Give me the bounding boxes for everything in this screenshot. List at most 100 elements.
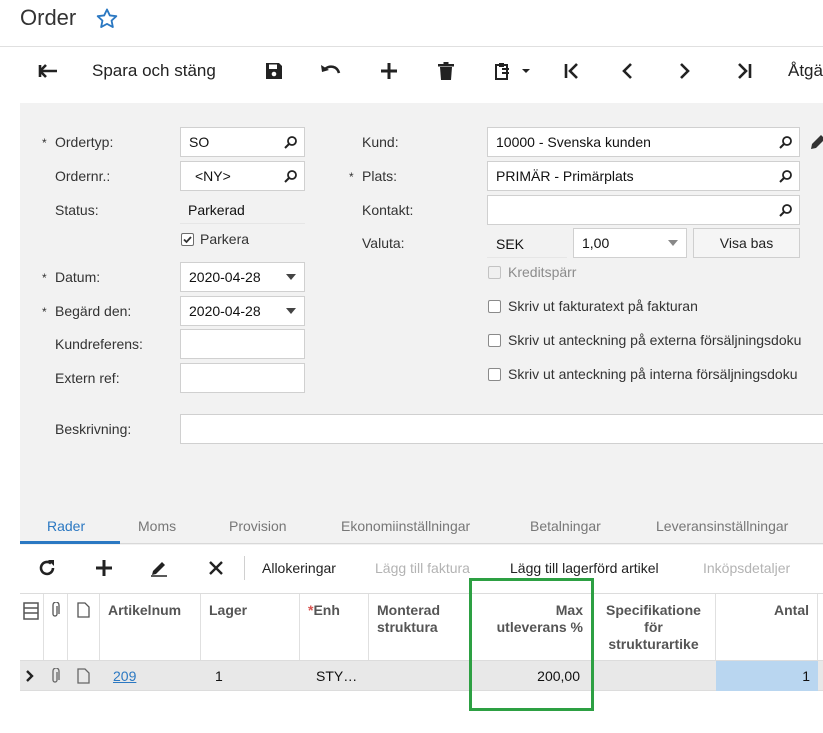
search-icon[interactable] bbox=[773, 128, 799, 156]
allokeringar-button[interactable]: Allokeringar bbox=[262, 552, 336, 584]
previous-record-icon[interactable] bbox=[616, 56, 640, 86]
kundreferens-field[interactable] bbox=[180, 329, 305, 359]
tab-moms[interactable]: Moms bbox=[138, 518, 176, 534]
ordernr-field[interactable]: <NY> bbox=[180, 161, 305, 191]
required-marker: * bbox=[42, 271, 47, 285]
column-monterad-struktura[interactable]: Monterad struktura bbox=[369, 594, 470, 660]
dropdown-arrow-icon[interactable] bbox=[278, 263, 304, 291]
currency-underline bbox=[487, 257, 567, 258]
row-note-icon[interactable] bbox=[68, 661, 100, 691]
skriv-faktura-label: Skriv ut fakturatext på fakturan bbox=[508, 298, 698, 314]
column-label: Specifikatione bbox=[606, 602, 701, 618]
begard-field[interactable]: 2020-04-28 bbox=[180, 296, 305, 326]
add-icon[interactable] bbox=[377, 56, 401, 86]
column-enhet[interactable]: *Enh bbox=[300, 594, 369, 660]
edit-pencil-icon[interactable] bbox=[808, 132, 823, 152]
search-icon[interactable] bbox=[773, 196, 799, 224]
externref-label: Extern ref: bbox=[55, 370, 120, 386]
column-artikelnummer[interactable]: Artikelnum bbox=[100, 594, 201, 660]
kundreferens-label: Kundreferens: bbox=[55, 336, 143, 352]
kund-field[interactable]: 10000 - Svenska kunden bbox=[487, 127, 800, 157]
refresh-icon[interactable] bbox=[36, 552, 58, 584]
last-record-icon[interactable] bbox=[731, 56, 757, 86]
edit-pencil-icon[interactable] bbox=[148, 552, 170, 584]
plats-value: PRIMÄR - Primärplats bbox=[496, 168, 634, 184]
save-icon[interactable] bbox=[262, 56, 286, 86]
actions-menu[interactable]: Åtgä bbox=[788, 56, 823, 86]
exchange-rate-dropdown[interactable]: 1,00 bbox=[573, 228, 687, 258]
visa-bas-button[interactable]: Visa bas bbox=[693, 228, 800, 258]
kreditsparr-checkbox bbox=[488, 266, 501, 279]
required-marker: * bbox=[42, 136, 47, 150]
tab-rader[interactable]: Rader bbox=[47, 518, 85, 534]
column-label: för bbox=[644, 619, 663, 635]
delete-trash-icon[interactable] bbox=[434, 56, 458, 86]
cell-specifikationer[interactable] bbox=[592, 661, 716, 691]
search-icon[interactable] bbox=[773, 162, 799, 190]
plats-label: Plats: bbox=[362, 168, 398, 184]
artikel-link[interactable]: 209 bbox=[113, 668, 136, 684]
cell-antal[interactable]: 1 bbox=[716, 661, 818, 691]
delete-x-icon[interactable] bbox=[205, 552, 227, 584]
beskrivning-label: Beskrivning: bbox=[55, 421, 132, 437]
ordertyp-field[interactable]: SO bbox=[180, 127, 305, 157]
tab-leveransinstallningar[interactable]: Leveransinställningar bbox=[656, 518, 788, 534]
begard-value: 2020-04-28 bbox=[189, 303, 261, 319]
kontakt-field[interactable] bbox=[487, 195, 800, 225]
tab-ekonomiinstallningar[interactable]: Ekonomiinställningar bbox=[341, 518, 470, 534]
add-row-icon[interactable] bbox=[93, 552, 115, 584]
cell-lager[interactable]: 1 bbox=[207, 661, 301, 691]
favorite-star-icon[interactable] bbox=[94, 6, 120, 32]
skriv-intern-checkbox[interactable] bbox=[488, 368, 501, 381]
cell-monterad[interactable] bbox=[370, 661, 470, 691]
tab-provision[interactable]: Provision bbox=[229, 518, 287, 534]
skriv-extern-checkbox[interactable] bbox=[488, 334, 501, 347]
ordernr-label: Ordernr.: bbox=[55, 168, 111, 184]
ordertyp-label: Ordertyp: bbox=[55, 134, 114, 150]
column-label: Lager bbox=[209, 602, 248, 618]
column-label: Antal bbox=[774, 602, 809, 618]
kreditsparr-label: Kreditspärr bbox=[508, 264, 577, 280]
cell-enhet[interactable]: STY… bbox=[308, 661, 370, 691]
currency-value: SEK bbox=[496, 236, 525, 252]
next-record-icon[interactable] bbox=[672, 56, 696, 86]
search-icon[interactable] bbox=[278, 162, 304, 190]
column-label: Enh bbox=[313, 602, 340, 618]
cell-artikel[interactable]: 209 bbox=[105, 661, 201, 691]
back-arrow-icon[interactable] bbox=[34, 56, 62, 86]
dropdown-arrow-icon[interactable] bbox=[278, 297, 304, 325]
required-marker: * bbox=[42, 305, 47, 319]
tab-betalningar[interactable]: Betalningar bbox=[530, 518, 601, 534]
datum-value: 2020-04-28 bbox=[189, 269, 261, 285]
lagg-till-faktura-button: Lägg till faktura bbox=[375, 560, 470, 576]
column-antal[interactable]: Antal bbox=[716, 594, 818, 660]
datum-label: Datum: bbox=[55, 269, 101, 285]
page-title: Order bbox=[20, 5, 77, 30]
ordernr-value: <NY> bbox=[195, 168, 231, 184]
status-label: Status: bbox=[55, 202, 99, 218]
note-icon bbox=[68, 594, 100, 660]
externref-field[interactable] bbox=[180, 363, 305, 393]
skriv-faktura-checkbox[interactable] bbox=[488, 300, 501, 313]
undo-icon[interactable] bbox=[318, 56, 344, 86]
column-specifikationer[interactable]: Specifikatione för strukturartike bbox=[592, 594, 716, 660]
clipboard-dropdown-icon[interactable] bbox=[490, 56, 536, 86]
parkera-checkbox[interactable] bbox=[181, 233, 194, 246]
skriv-extern-label: Skriv ut anteckning på externa försäljni… bbox=[508, 332, 802, 348]
search-icon[interactable] bbox=[278, 128, 304, 156]
dropdown-arrow-icon[interactable] bbox=[660, 229, 686, 257]
valuta-label: Valuta: bbox=[362, 235, 405, 251]
column-settings-icon[interactable] bbox=[20, 594, 44, 660]
plats-field[interactable]: PRIMÄR - Primärplats bbox=[487, 161, 800, 191]
status-value: Parkerad bbox=[188, 202, 245, 218]
first-record-icon[interactable] bbox=[559, 56, 585, 86]
save-close-button[interactable]: Spara och stäng bbox=[92, 56, 230, 86]
datum-field[interactable]: 2020-04-28 bbox=[180, 262, 305, 292]
column-lager[interactable]: Lager bbox=[201, 594, 300, 660]
required-marker: * bbox=[349, 170, 354, 184]
kund-value: 10000 - Svenska kunden bbox=[496, 134, 651, 150]
beskrivning-field[interactable] bbox=[180, 414, 823, 444]
highlight-box bbox=[469, 578, 594, 711]
row-selector-chevron-icon[interactable] bbox=[20, 661, 44, 691]
row-attachment-icon[interactable] bbox=[44, 661, 68, 691]
